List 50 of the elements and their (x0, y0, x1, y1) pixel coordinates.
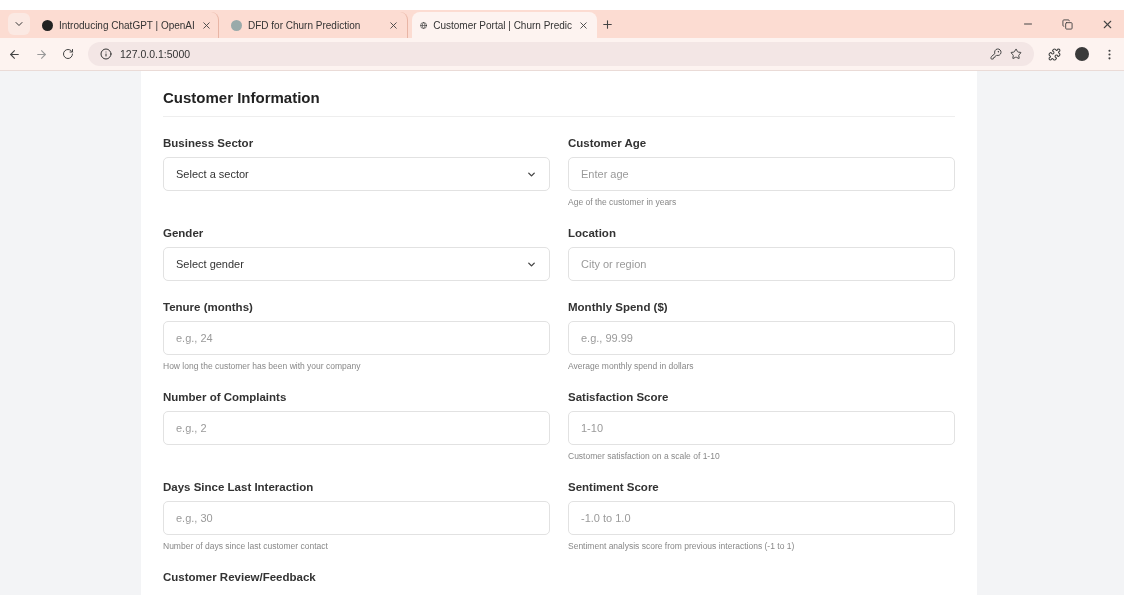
select-field[interactable]: Select a sector (163, 157, 550, 191)
input-field[interactable]: e.g., 30 (163, 501, 550, 535)
profile-avatar[interactable] (1075, 47, 1089, 61)
close-tab-icon[interactable] (388, 19, 399, 31)
select-field[interactable]: Select gender (163, 247, 550, 281)
input-field[interactable]: -1.0 to 1.0 (568, 501, 955, 535)
restore-icon[interactable] (1062, 18, 1073, 30)
field-label: Days Since Last Interaction (163, 481, 315, 493)
site-icon (231, 19, 242, 31)
close-tab-icon[interactable] (200, 19, 212, 31)
help-text: Number of days since last customer contact (163, 541, 329, 551)
help-text: How long the customer has been with your company (163, 361, 362, 371)
forward-icon[interactable] (35, 47, 48, 61)
field-label: Satisfaction Score (568, 391, 670, 403)
tab-title: DFD for Churn Prediction (248, 19, 362, 31)
help-text: Sentiment analysis score from previous interactions (-1 to 1) (568, 541, 796, 551)
site-icon (42, 19, 53, 31)
puzzle-icon[interactable] (1048, 47, 1061, 61)
browser-tab[interactable]: Customer Portal | Churn Predic (412, 12, 597, 38)
field-label: Customer Age (568, 137, 648, 149)
help-text: Average monthly spend in dollars (568, 361, 695, 371)
field-label: Location (568, 227, 617, 239)
new-tab-icon[interactable] (601, 17, 614, 31)
input-field[interactable]: e.g., 2 (163, 411, 550, 445)
input-field[interactable]: City or region (568, 247, 955, 281)
tab-title: Introducing ChatGPT | OpenAI (59, 19, 195, 31)
tab-title: Customer Portal | Churn Predic (433, 19, 572, 31)
field-label: Monthly Spend ($) (568, 301, 669, 313)
help-text: Age of the customer in years (568, 197, 678, 207)
field-label: Sentiment Score (568, 481, 660, 493)
field-label: Tenure (months) (163, 301, 254, 313)
field-label: Number of Complaints (163, 391, 288, 403)
input-field[interactable]: e.g., 99.99 (568, 321, 955, 355)
field-label: Business Sector (163, 137, 255, 149)
field-label: Gender (163, 227, 205, 239)
reload-icon[interactable] (62, 48, 74, 60)
input-field[interactable]: Enter age (568, 157, 955, 191)
info-icon (100, 48, 112, 60)
globe-icon (420, 19, 428, 31)
key-icon[interactable] (990, 48, 1002, 60)
help-text: Customer satisfaction on a scale of 1-10 (568, 451, 721, 461)
bookmark-star-icon[interactable] (1010, 48, 1022, 60)
url-text: 127.0.0.1:5000 (120, 48, 192, 60)
form-title: Customer Information (163, 89, 955, 117)
input-field[interactable]: e.g., 24 (163, 321, 550, 355)
field-label: Customer Review/Feedback (163, 571, 317, 583)
close-tab-icon[interactable] (578, 19, 589, 31)
address-bar[interactable]: 127.0.0.1:5000 (88, 42, 1034, 66)
input-field[interactable]: 1-10 (568, 411, 955, 445)
back-icon[interactable] (8, 47, 21, 61)
